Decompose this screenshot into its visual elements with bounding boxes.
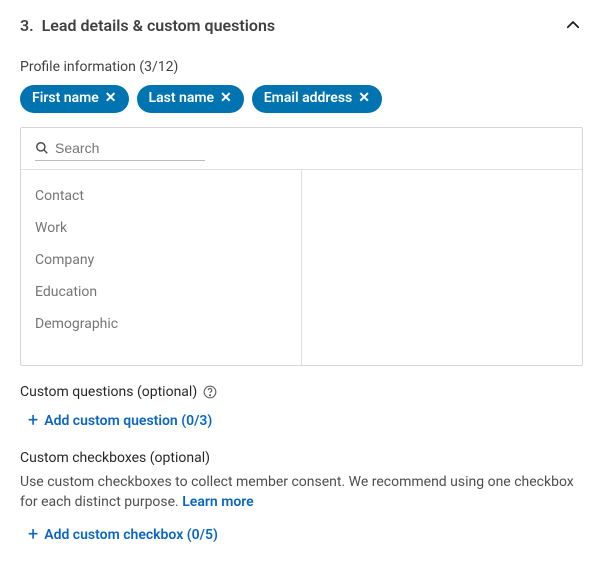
help-icon[interactable]	[203, 385, 217, 399]
panel-body: Contact Work Company Education Demograph…	[21, 169, 582, 365]
chip-label: First name	[32, 89, 99, 109]
close-icon: ✕	[220, 89, 232, 109]
profile-info-label: Profile information (3/12)	[20, 59, 583, 75]
custom-checkboxes-section: Custom checkboxes (optional) Use custom …	[20, 450, 583, 547]
add-custom-question-label: Add custom question (0/3)	[44, 413, 212, 429]
add-custom-checkbox-button[interactable]: + Add custom checkbox (0/5)	[20, 524, 218, 546]
section-header: 3. Lead details & custom questions	[20, 15, 583, 35]
custom-questions-section: Custom questions (optional) + Add custom…	[20, 384, 583, 432]
panel-right	[302, 170, 583, 365]
search-input[interactable]	[55, 140, 205, 156]
chip-label: Email address	[264, 89, 352, 109]
custom-checkboxes-label: Custom checkboxes (optional)	[20, 450, 583, 466]
chip-last-name[interactable]: Last name ✕	[137, 85, 244, 113]
section-title-text: Lead details & custom questions	[42, 16, 275, 35]
description-text: Use custom checkboxes to collect member …	[20, 474, 574, 510]
add-custom-checkbox-label: Add custom checkbox (0/5)	[44, 527, 218, 543]
plus-icon: +	[28, 526, 38, 544]
category-work[interactable]: Work	[35, 212, 287, 244]
category-contact[interactable]: Contact	[35, 180, 287, 212]
learn-more-link[interactable]: Learn more	[182, 494, 253, 510]
custom-checkboxes-description: Use custom checkboxes to collect member …	[20, 472, 583, 513]
close-icon: ✕	[358, 89, 370, 109]
profile-information-section: Profile information (3/12) First name ✕ …	[20, 59, 583, 366]
profile-info-chips: First name ✕ Last name ✕ Email address ✕	[20, 85, 583, 113]
category-demographic[interactable]: Demographic	[35, 308, 287, 340]
add-custom-question-button[interactable]: + Add custom question (0/3)	[20, 410, 212, 432]
panel-top	[21, 128, 582, 169]
custom-questions-label: Custom questions (optional)	[20, 384, 197, 400]
chip-first-name[interactable]: First name ✕	[20, 85, 129, 113]
search-wrap	[35, 140, 205, 161]
plus-icon: +	[28, 412, 38, 430]
chip-label: Last name	[149, 89, 215, 109]
category-company[interactable]: Company	[35, 244, 287, 276]
chevron-up-icon[interactable]	[563, 15, 583, 35]
category-education[interactable]: Education	[35, 276, 287, 308]
chip-email-address[interactable]: Email address ✕	[252, 85, 382, 113]
panel-left: Contact Work Company Education Demograph…	[21, 170, 302, 365]
section-number: 3.	[20, 16, 34, 35]
profile-info-panel: Contact Work Company Education Demograph…	[20, 127, 583, 366]
close-icon: ✕	[105, 89, 117, 109]
search-icon	[35, 141, 49, 155]
section-title: 3. Lead details & custom questions	[20, 16, 275, 35]
